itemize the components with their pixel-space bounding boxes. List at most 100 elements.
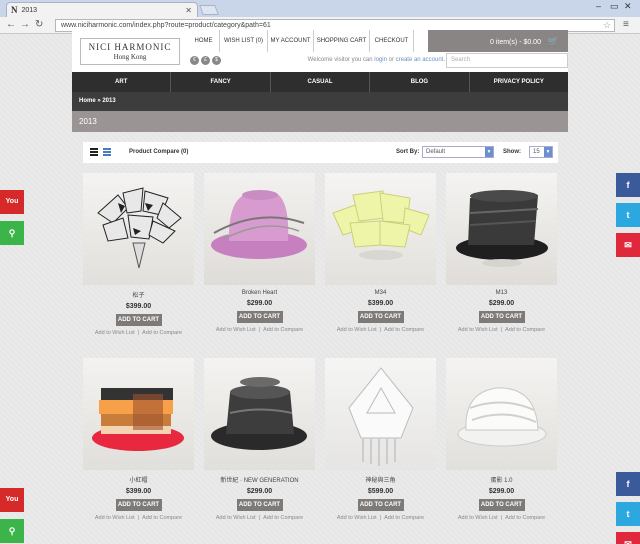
add-to-compare-link[interactable]: Add to Compare [505,327,545,333]
add-to-wishlist-link[interactable]: Add to Wish List [216,515,256,521]
create-account-link[interactable]: create an account [396,57,444,63]
product-image[interactable] [325,173,436,285]
add-to-cart-button[interactable]: ADD TO CART [478,311,525,323]
facebook-button-lower[interactable]: f [616,472,640,496]
logo-location: Hong Kong [113,53,147,61]
new-tab-button[interactable] [199,5,219,15]
list-view-icon[interactable] [90,148,98,156]
show-label: Show: [503,149,521,155]
add-to-compare-link[interactable]: Add to Compare [142,330,182,336]
maximize-icon[interactable]: ▭ [610,1,619,12]
product-name[interactable]: M13 [446,290,557,296]
product-image[interactable] [325,358,436,470]
hat-image [92,388,184,451]
youtube-button[interactable]: You [0,190,24,214]
search-input[interactable]: Search [446,53,568,68]
currency-pound[interactable]: £ [201,56,210,65]
product-image[interactable] [204,358,315,470]
add-to-cart-button[interactable]: ADD TO CART [478,499,525,511]
sort-select[interactable]: Default ▼ [422,146,494,158]
nav-wishlist[interactable]: WISH LIST (0) [220,30,268,52]
product-name[interactable]: 神秘與三角 [325,475,436,484]
url-text: www.niciharmonic.com/index.php?route=pro… [61,22,271,29]
product-image[interactable] [204,173,315,285]
cart-summary-button[interactable]: 0 item(s) - $0.00 🛒 [428,30,568,52]
forward-icon[interactable]: → [20,19,30,30]
minimize-icon[interactable]: – [596,1,601,11]
menu-blog[interactable]: BLOG [370,72,470,92]
product-compare-link[interactable]: Product Compare (0) [129,149,188,155]
add-to-compare-link[interactable]: Add to Compare [263,327,303,333]
reload-icon[interactable]: ↻ [35,19,43,30]
add-to-compare-link[interactable]: Add to Compare [263,515,303,521]
youtube-button-lower[interactable]: You [0,488,24,512]
add-to-wishlist-link[interactable]: Add to Wish List [95,515,135,521]
add-to-cart-button[interactable]: ADD TO CART [357,311,404,323]
product-image[interactable] [446,358,557,470]
welcome-text: Welcome visitor you can [307,57,375,63]
twitter-button-lower[interactable]: t [616,502,640,526]
map-button[interactable]: ⚲ [0,221,24,245]
add-to-wishlist-link[interactable]: Add to Wish List [337,327,377,333]
logo-name: NICI HARMONIC [88,42,172,52]
currency-dollar[interactable]: $ [212,56,221,65]
nav-home[interactable]: HOME [188,30,220,52]
add-to-compare-link[interactable]: Add to Compare [142,515,182,521]
nav-shopping-cart[interactable]: SHOPPING CART [314,30,370,52]
breadcrumb[interactable]: Home » 2013 [72,92,568,111]
add-to-compare-link[interactable]: Add to Compare [384,327,424,333]
youtube-icon: You [5,496,19,503]
tab-close-icon[interactable]: ✕ [185,6,192,15]
add-to-wishlist-link[interactable]: Add to Wish List [95,330,135,336]
menu-privacy-policy[interactable]: PRIVACY POLICY [470,72,568,92]
product-image[interactable] [83,358,194,470]
nav-my-account[interactable]: MY ACCOUNT [268,30,314,52]
login-link[interactable]: login [374,57,387,63]
product-card: 小紅帽 $399.00 ADD TO CART Add to Wish List… [83,358,194,526]
product-name[interactable]: 蛋影 1.0 [446,475,557,484]
map-button-lower[interactable]: ⚲ [0,519,24,543]
add-to-wishlist-link[interactable]: Add to Wish List [337,515,377,521]
add-to-wishlist-link[interactable]: Add to Wish List [458,327,498,333]
product-name[interactable]: M34 [325,290,436,296]
menu-casual[interactable]: CASUAL [271,72,371,92]
site-logo[interactable]: NICI HARMONIC Hong Kong [80,38,180,65]
add-to-wishlist-link[interactable]: Add to Wish List [458,515,498,521]
chevron-down-icon: ▼ [485,147,493,157]
chat-button-lower[interactable]: ✉ [616,532,640,544]
welcome-or: or [386,57,396,63]
browser-menu-icon[interactable]: ≡ [623,19,634,30]
separator: | [137,330,140,336]
product-name[interactable]: Broken Heart [204,290,315,296]
product-image[interactable] [446,173,557,285]
tab-title: 2013 [21,6,38,14]
add-to-cart-button[interactable]: ADD TO CART [236,499,283,511]
add-to-cart-button[interactable]: ADD TO CART [236,311,283,323]
add-to-cart-button[interactable]: ADD TO CART [115,499,162,511]
nav-checkout[interactable]: CHECKOUT [370,30,414,52]
twitter-button[interactable]: t [616,203,640,227]
add-to-cart-button[interactable]: ADD TO CART [115,314,162,326]
currency-euro[interactable]: € [190,56,199,65]
window-close-icon[interactable]: ✕ [624,1,632,12]
browser-tab[interactable]: N 2013 ✕ [6,2,198,17]
menu-art[interactable]: ART [72,72,172,92]
back-icon[interactable]: ← [6,19,16,30]
product-price: $399.00 [125,488,152,495]
product-name[interactable]: 松子 [83,290,194,299]
product-name[interactable]: 小紅帽 [83,475,194,484]
add-to-cart-button[interactable]: ADD TO CART [357,499,404,511]
bookmark-star-icon[interactable]: ☆ [603,20,611,31]
separator: | [258,327,261,333]
facebook-button[interactable]: f [616,173,640,197]
menu-fancy[interactable]: FANCY [171,72,271,92]
add-to-compare-link[interactable]: Add to Compare [505,515,545,521]
youtube-icon: You [5,198,19,205]
chat-button[interactable]: ✉ [616,233,640,257]
add-to-wishlist-link[interactable]: Add to Wish List [216,327,256,333]
show-select[interactable]: 15 ▼ [529,146,553,158]
product-image[interactable] [83,173,194,285]
product-name[interactable]: 新世紀 · NEW GENERATION [204,475,315,484]
add-to-compare-link[interactable]: Add to Compare [384,515,424,521]
grid-view-icon[interactable] [103,148,111,156]
